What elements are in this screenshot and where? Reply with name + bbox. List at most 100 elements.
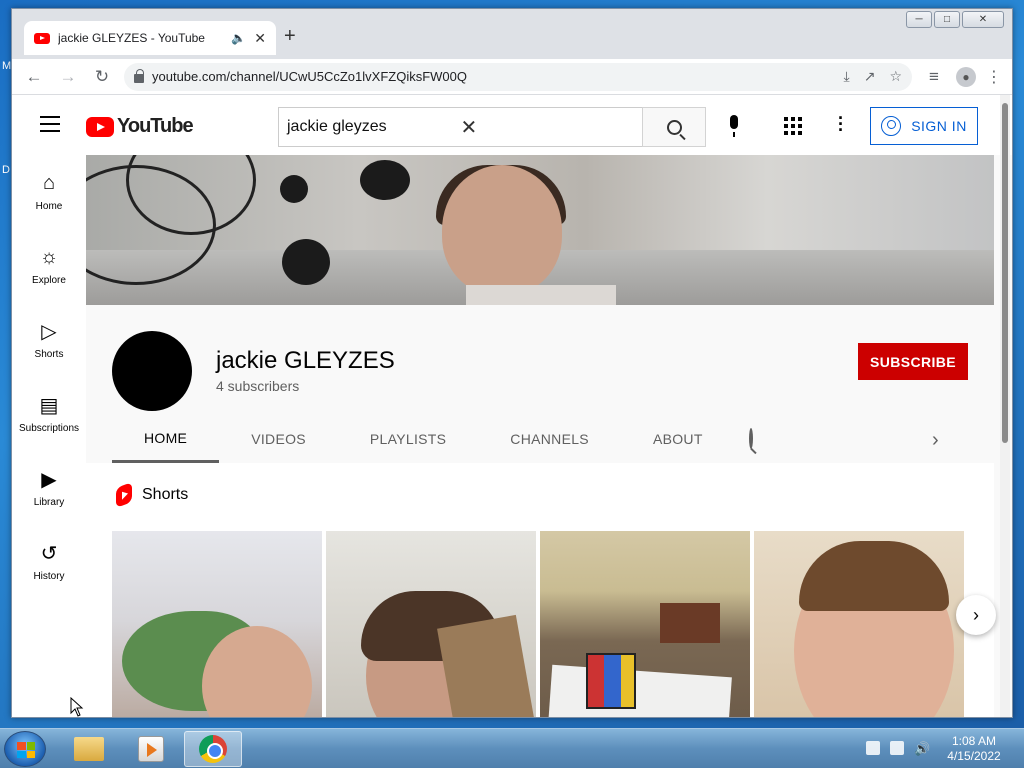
shelf-title: Shorts <box>142 486 189 503</box>
clear-search-icon[interactable]: ✕ <box>461 115 635 140</box>
channel-tabs: HOME VIDEOS PLAYLISTS CHANNELS ABOUT <box>112 415 753 463</box>
hamburger-menu-icon[interactable] <box>40 116 60 137</box>
subscriptions-icon: ▤ <box>39 395 59 417</box>
lock-icon[interactable] <box>134 69 144 83</box>
shorts-thumbnails <box>112 531 964 717</box>
microphone-icon[interactable] <box>724 115 744 137</box>
folder-icon <box>74 737 104 761</box>
omnibox-actions: ⤓ ↗ ☆ <box>844 68 903 85</box>
short-thumbnail[interactable] <box>112 531 322 717</box>
youtube-logo-icon <box>86 116 114 137</box>
library-icon: ▶ <box>41 469 57 491</box>
guide-item-label: Subscriptions <box>18 422 80 434</box>
browser-window: jackie GLEYZES - YouTube 🔈 ✕ + ─ □ ✕ ← →… <box>11 8 1013 718</box>
history-icon: ↺ <box>40 543 58 565</box>
shelf-header: Shorts <box>116 482 189 508</box>
tab-about[interactable]: ABOUT <box>621 415 735 463</box>
shorts-logo-icon <box>116 482 132 508</box>
search-icon <box>748 428 753 449</box>
youtube-logo-text: YouTube <box>117 115 194 137</box>
subscribe-button[interactable]: SUBSCRIBE <box>858 343 968 380</box>
guide-item-label: Library <box>33 496 65 508</box>
tab-playlists[interactable]: PLAYLISTS <box>338 415 478 463</box>
guide-item-label: Shorts <box>34 348 64 360</box>
shorts-shelf: Shorts › <box>86 463 996 717</box>
apps-grid-icon[interactable] <box>784 117 802 135</box>
settings-more-icon[interactable]: · · · <box>838 109 844 139</box>
short-thumbnail[interactable] <box>754 531 964 717</box>
forward-arrow-icon[interactable]: → <box>56 65 80 89</box>
start-button[interactable] <box>4 731 46 767</box>
youtube-page: YouTube jackie gleyzes ✕ · · · SIGN IN ⌂… <box>12 95 1012 717</box>
share-icon[interactable]: ↗ <box>864 68 876 85</box>
browser-toolbar: ← → ↻ youtube.com/channel/UCwU5CcZo1lvXF… <box>12 59 1012 95</box>
search-button[interactable] <box>642 107 706 147</box>
guide-item-shorts[interactable]: ▷ Shorts <box>12 303 86 377</box>
desktop-icon-fragment[interactable]: D <box>2 164 10 176</box>
channel-header: jackie GLEYZES 4 subscribers SUBSCRIBE H… <box>86 305 994 463</box>
browser-titlebar: jackie GLEYZES - YouTube 🔈 ✕ + ─ □ ✕ <box>12 9 1012 59</box>
youtube-favicon-icon <box>34 32 50 44</box>
tab-home[interactable]: HOME <box>112 415 220 463</box>
volume-icon[interactable]: 🔊 <box>914 741 930 757</box>
search-input-value: jackie gleyzes <box>287 118 387 135</box>
channel-search-button[interactable] <box>748 428 753 449</box>
guide-item-subscriptions[interactable]: ▤ Subscriptions <box>12 377 86 451</box>
taskbar-clock[interactable]: 1:08 AM 4/15/2022 <box>944 734 1004 764</box>
install-icon[interactable]: ⤓ <box>844 68 850 85</box>
guide-item-label: Explore <box>32 274 66 286</box>
new-tab-button[interactable]: + <box>284 25 296 48</box>
short-thumbnail[interactable] <box>326 531 536 717</box>
channel-avatar[interactable] <box>112 331 192 411</box>
taskbar-chrome[interactable] <box>184 731 242 767</box>
taskbar-media-player[interactable] <box>122 731 180 767</box>
media-player-icon <box>138 736 164 762</box>
reading-list-icon[interactable]: ≡ <box>922 65 946 89</box>
guide-item-history[interactable]: ↺ History <box>12 525 86 599</box>
search-icon <box>666 119 682 135</box>
bookmark-star-icon[interactable]: ☆ <box>889 68 902 85</box>
profile-avatar-icon[interactable]: ● <box>956 66 976 87</box>
clock-time: 1:08 AM <box>951 734 997 748</box>
scrollbar-thumb[interactable] <box>1002 103 1008 443</box>
search-input[interactable]: jackie gleyzes ✕ <box>278 107 642 147</box>
clock-date: 4/15/2022 <box>947 749 1001 763</box>
url-text[interactable]: youtube.com/channel/UCwU5CcZo1lvXFZQiksF… <box>152 69 836 84</box>
guide-item-library[interactable]: ▶ Library <box>12 451 86 525</box>
maximize-button[interactable]: □ <box>934 11 960 28</box>
network-icon[interactable] <box>890 741 904 755</box>
youtube-logo[interactable]: YouTube <box>86 115 194 138</box>
shorts-icon: ▷ <box>41 321 57 343</box>
channel-banner <box>86 155 994 305</box>
guide-item-explore[interactable]: ☼ Explore <box>12 229 86 303</box>
taskbar-file-explorer[interactable] <box>60 731 118 767</box>
guide-item-home[interactable]: ⌂ Home <box>12 155 86 229</box>
system-tray: 🔊 <box>866 741 930 757</box>
tab-close-icon[interactable]: ✕ <box>254 30 266 47</box>
guide-sidebar: ⌂ Home ☼ Explore ▷ Shorts ▤ Subscription… <box>12 155 86 717</box>
tab-title: jackie GLEYZES - YouTube <box>58 31 205 45</box>
reload-icon[interactable]: ↻ <box>90 65 114 89</box>
minimize-button[interactable]: ─ <box>906 11 932 28</box>
speaker-icon[interactable]: 🔈 <box>231 31 246 45</box>
desktop-icon-fragment[interactable]: M <box>2 60 11 72</box>
page-scrollbar[interactable] <box>1000 95 1010 717</box>
subscriber-count: 4 subscribers <box>216 378 300 394</box>
action-center-flag-icon[interactable] <box>866 741 880 755</box>
search-bar: jackie gleyzes ✕ <box>278 107 706 147</box>
address-bar[interactable]: youtube.com/channel/UCwU5CcZo1lvXFZQiksF… <box>124 62 912 91</box>
browser-tab[interactable]: jackie GLEYZES - YouTube 🔈 ✕ <box>24 21 276 55</box>
close-window-button[interactable]: ✕ <box>962 11 1004 28</box>
chevron-right-icon[interactable]: › <box>932 429 939 452</box>
browser-menu-icon[interactable]: ⋮ <box>986 67 1002 87</box>
home-icon: ⌂ <box>42 172 56 194</box>
compass-icon: ☼ <box>39 246 59 268</box>
shelf-next-button[interactable]: › <box>956 595 996 635</box>
sign-in-button[interactable]: SIGN IN <box>870 107 978 145</box>
back-arrow-icon[interactable]: ← <box>22 65 46 89</box>
short-thumbnail[interactable] <box>540 531 750 717</box>
tab-channels[interactable]: CHANNELS <box>478 415 621 463</box>
tab-videos[interactable]: VIDEOS <box>219 415 338 463</box>
account-circle-icon <box>881 116 902 136</box>
windows-logo-icon <box>17 742 35 758</box>
